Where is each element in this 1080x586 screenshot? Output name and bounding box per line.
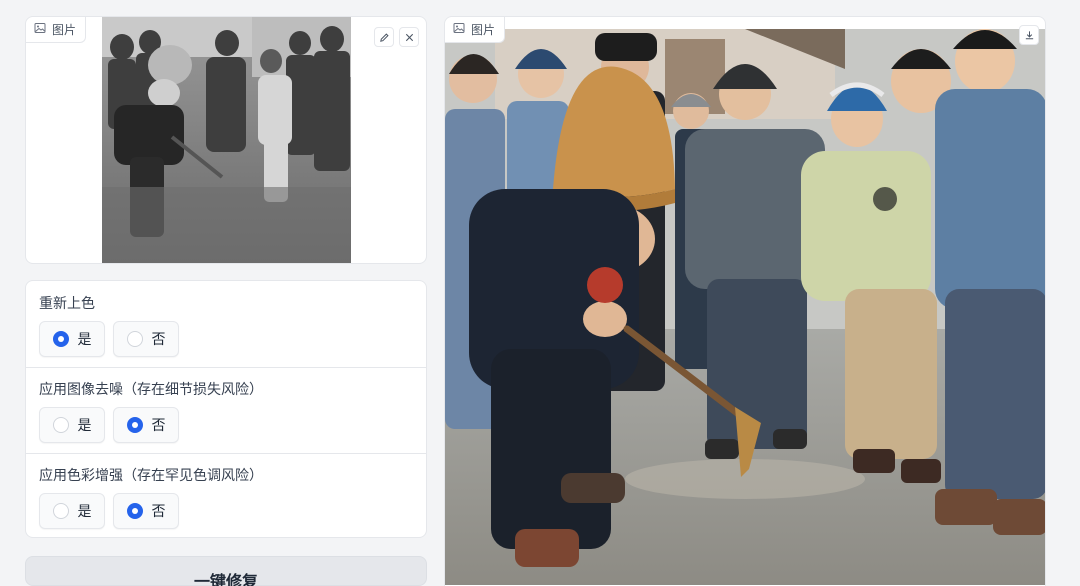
options-panel: 重新上色 是 否 应用图像去噪（存在细节损失风险） 是 否 应用色彩增强（存在罕… [25,280,427,538]
clear-image-button[interactable] [399,27,419,47]
one-click-restore-label: 一键修复 [193,572,258,586]
input-image-tag: 图片 [26,17,87,43]
recolor-no-label: 否 [151,332,166,348]
output-image-tag-label: 图片 [471,23,496,37]
output-image-panel: 图片 [444,16,1046,586]
denoise-yes-radio[interactable]: 是 [39,407,105,443]
option-denoise-label: 应用图像去噪（存在细节损失风险） [39,382,263,398]
image-icon [453,22,465,37]
download-icon [1024,26,1035,45]
one-click-restore-button[interactable]: 一键修复 [25,556,427,586]
radio-selected-icon [126,503,143,519]
radio-selected-icon [52,331,69,347]
input-image-panel[interactable]: 图片 [25,16,427,264]
enhance-no-label: 否 [151,504,166,520]
radio-unselected-icon [52,417,69,433]
radio-selected-icon [126,417,143,433]
option-recolor: 重新上色 是 否 [26,281,426,367]
download-button[interactable] [1019,25,1039,45]
input-photo [102,17,351,263]
enhance-yes-radio[interactable]: 是 [39,493,105,529]
enhance-yes-label: 是 [77,504,92,520]
denoise-no-label: 否 [151,418,166,434]
close-icon [404,28,415,47]
edit-icon [379,28,390,47]
image-icon [34,22,46,37]
option-enhance-label: 应用色彩增强（存在罕见色调风险） [39,468,263,484]
option-denoise: 应用图像去噪（存在细节损失风险） 是 否 [26,367,426,453]
output-image-tag: 图片 [445,17,506,43]
output-photo [445,29,1045,585]
option-recolor-label: 重新上色 [39,296,95,312]
input-image-tag-label: 图片 [52,23,77,37]
denoise-yes-label: 是 [77,418,92,434]
radio-unselected-icon [52,503,69,519]
option-enhance: 应用色彩增强（存在罕见色调风险） 是 否 [26,453,426,539]
recolor-yes-label: 是 [77,332,92,348]
recolor-no-radio[interactable]: 否 [113,321,179,357]
denoise-no-radio[interactable]: 否 [113,407,179,443]
recolor-yes-radio[interactable]: 是 [39,321,105,357]
edit-button[interactable] [374,27,394,47]
radio-unselected-icon [126,331,143,347]
enhance-no-radio[interactable]: 否 [113,493,179,529]
